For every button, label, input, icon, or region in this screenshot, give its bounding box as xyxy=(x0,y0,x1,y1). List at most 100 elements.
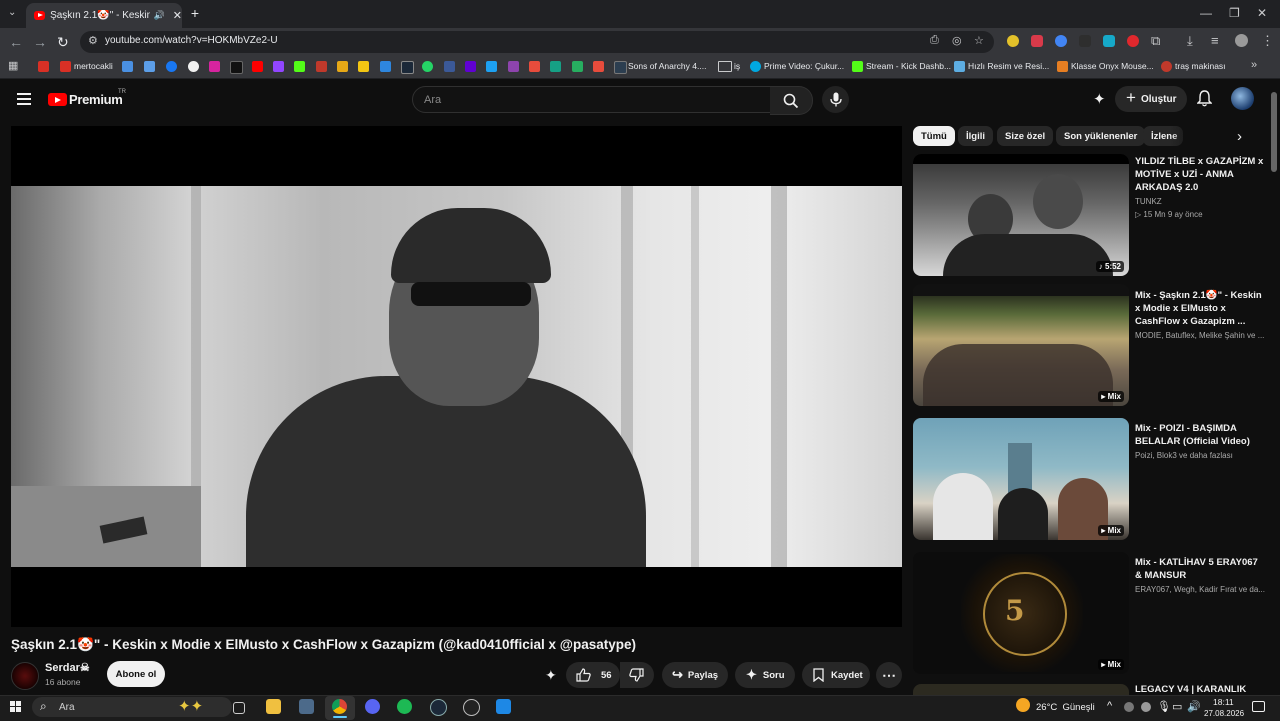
close-window-button[interactable]: ✕ xyxy=(1257,6,1267,20)
bookmark-icon[interactable] xyxy=(529,61,540,72)
voice-search-button[interactable] xyxy=(822,86,849,113)
media-control-icon[interactable]: ≡ xyxy=(1211,33,1219,48)
extension-icon[interactable] xyxy=(1007,35,1019,47)
volume-icon[interactable]: 🔊 xyxy=(1187,700,1201,713)
ask-button[interactable]: ✦ Soru xyxy=(735,662,795,688)
kick-icon[interactable] xyxy=(852,61,863,72)
app-icon[interactable] xyxy=(463,699,480,716)
tracking-icon[interactable]: ◎ xyxy=(952,34,962,47)
bookmark-icon[interactable] xyxy=(1161,61,1172,72)
page-scrollbar[interactable] xyxy=(1271,92,1277,172)
youtube-icon[interactable] xyxy=(252,61,263,72)
instagram-icon[interactable] xyxy=(209,61,220,72)
youtube-logo-icon[interactable] xyxy=(48,93,67,106)
video-player[interactable] xyxy=(11,126,902,627)
extension-icon[interactable] xyxy=(1103,35,1115,47)
bookmark-icon[interactable] xyxy=(1057,61,1068,72)
notification-center-icon[interactable] xyxy=(1252,701,1265,712)
bookmark-icon[interactable] xyxy=(337,61,348,72)
bookmark-hizli-resim[interactable]: Hızlı Resim ve Resi... xyxy=(968,61,1049,71)
minimize-button[interactable]: — xyxy=(1200,6,1212,20)
recommendation-title[interactable]: Mix - POIZI - BAŞIMDA BELALAR (Official … xyxy=(1135,422,1265,448)
clock-time[interactable]: 18:11 xyxy=(1213,697,1234,707)
steam-icon[interactable] xyxy=(430,699,447,716)
tab-search-chevron-icon[interactable]: ⌄ xyxy=(8,7,16,18)
tray-app-icon[interactable] xyxy=(1124,702,1134,712)
bookmark-icon[interactable] xyxy=(486,61,497,72)
extension-icon[interactable] xyxy=(1127,35,1139,47)
like-button[interactable]: 56 xyxy=(566,662,620,688)
site-info-icon[interactable]: ⚙ xyxy=(88,34,98,47)
more-actions-button[interactable]: ⋯ xyxy=(876,662,902,688)
chip-recent[interactable]: Son yüklenenler xyxy=(1056,126,1146,146)
discord-icon[interactable] xyxy=(365,699,380,714)
kick-icon[interactable] xyxy=(294,61,305,72)
recommendation-channel[interactable]: TUNKZ xyxy=(1135,196,1265,208)
chips-next-chevron-icon[interactable]: › xyxy=(1237,128,1242,145)
gemini-icon[interactable]: ✦ xyxy=(545,667,557,684)
back-button[interactable]: ← xyxy=(9,34,23,50)
tab-close-icon[interactable]: ✕ xyxy=(173,9,182,22)
recommendation-title[interactable]: YILDIZ TİLBE x GAZAPİZM x MOTİVE x UZİ -… xyxy=(1135,155,1265,194)
menu-hamburger-icon[interactable] xyxy=(17,93,31,108)
chip-all[interactable]: Tümü xyxy=(913,126,955,146)
gemini-sparkle-icon[interactable]: ✦ xyxy=(1093,90,1106,108)
recommendation-title[interactable]: Mix - Şaşkın 2.1🤡" - Keskin x Modie x El… xyxy=(1135,289,1265,328)
adblock-icon[interactable] xyxy=(1031,35,1043,47)
chip-related[interactable]: İlgili xyxy=(958,126,993,146)
search-button[interactable] xyxy=(770,86,813,115)
profile-icon[interactable] xyxy=(1235,34,1248,47)
chip-for-you[interactable]: Size özel xyxy=(997,126,1054,146)
bookmark-icon[interactable] xyxy=(380,61,391,72)
forward-button[interactable]: → xyxy=(33,34,47,50)
weather-text[interactable]: 26°C Güneşli xyxy=(1036,702,1095,713)
recommendation-thumbnail[interactable]: ▸ Mix xyxy=(913,284,1129,406)
app-icon[interactable] xyxy=(496,699,511,714)
recommendation-channel[interactable]: MODIE, Batuflex, Melike Şahin ve ... xyxy=(1135,330,1265,342)
taskbar-search-label[interactable]: Ara xyxy=(59,702,75,713)
windows-start-icon[interactable] xyxy=(10,701,21,712)
reload-button[interactable]: ↻ xyxy=(57,34,69,51)
network-icon[interactable]: ▭ xyxy=(1172,700,1182,713)
tab-audio-icon[interactable]: 🔊 xyxy=(154,10,165,21)
new-tab-button[interactable]: + xyxy=(186,5,204,23)
bookmark-sons-of-anarchy[interactable]: Sons of Anarchy 4.... xyxy=(628,61,706,71)
recommendation-thumbnail[interactable]: ▸ Mix xyxy=(913,418,1129,540)
bookmark-icon[interactable] xyxy=(572,61,583,72)
dislike-button[interactable] xyxy=(620,662,654,688)
extensions-puzzle-icon[interactable]: ⧉ xyxy=(1151,33,1160,49)
extension-icon[interactable] xyxy=(1055,35,1067,47)
steam-icon[interactable] xyxy=(401,61,414,74)
tray-app-icon[interactable] xyxy=(1141,702,1151,712)
bookmark-tras-makinasi[interactable]: traş makinası xyxy=(1175,61,1226,71)
notifications-bell-icon[interactable] xyxy=(1196,90,1213,112)
recommendation-thumbnail[interactable]: ♪ 5:52 xyxy=(913,154,1129,276)
bookmark-mertocakli[interactable]: mertocakli xyxy=(74,61,113,71)
share-button[interactable]: ↪ Paylaş xyxy=(662,662,728,688)
microphone-tray-icon[interactable]: 🎙 xyxy=(1157,700,1171,713)
subscribe-button[interactable]: Abone ol xyxy=(107,661,165,687)
create-button[interactable]: + Oluştur xyxy=(1115,86,1187,112)
bookmark-klasse-mouse[interactable]: Klasse Onyx Mouse... xyxy=(1071,61,1154,71)
prime-video-icon[interactable] xyxy=(750,61,761,72)
url-text[interactable]: youtube.com/watch?v=HOKMbVZe2-U xyxy=(105,35,278,46)
gmail-icon[interactable] xyxy=(60,61,71,72)
youtube-premium-label[interactable]: Premium xyxy=(69,92,123,107)
chrome-icon[interactable] xyxy=(332,699,347,714)
tray-chevron-icon[interactable]: ^ xyxy=(1107,700,1112,712)
facebook-icon[interactable] xyxy=(166,61,177,72)
bookmark-icon[interactable] xyxy=(144,61,155,72)
google-icon[interactable] xyxy=(188,61,199,72)
bookmark-icon[interactable] xyxy=(444,61,455,72)
task-view-icon[interactable] xyxy=(233,702,245,714)
gmail-icon[interactable] xyxy=(38,61,49,72)
more-bookmarks-icon[interactable]: » xyxy=(1251,59,1257,71)
clock-date[interactable]: 27.08.2026 xyxy=(1204,709,1244,718)
bookmark-icon[interactable] xyxy=(508,61,519,72)
bookmark-folder-is[interactable]: iş xyxy=(734,61,740,71)
bookmark-icon[interactable] xyxy=(614,61,627,74)
maximize-button[interactable]: ❐ xyxy=(1229,6,1240,20)
channel-avatar[interactable] xyxy=(11,662,39,690)
apps-grid-icon[interactable]: ▦ xyxy=(8,59,18,72)
download-icon[interactable]: ⤓ xyxy=(1187,33,1193,49)
